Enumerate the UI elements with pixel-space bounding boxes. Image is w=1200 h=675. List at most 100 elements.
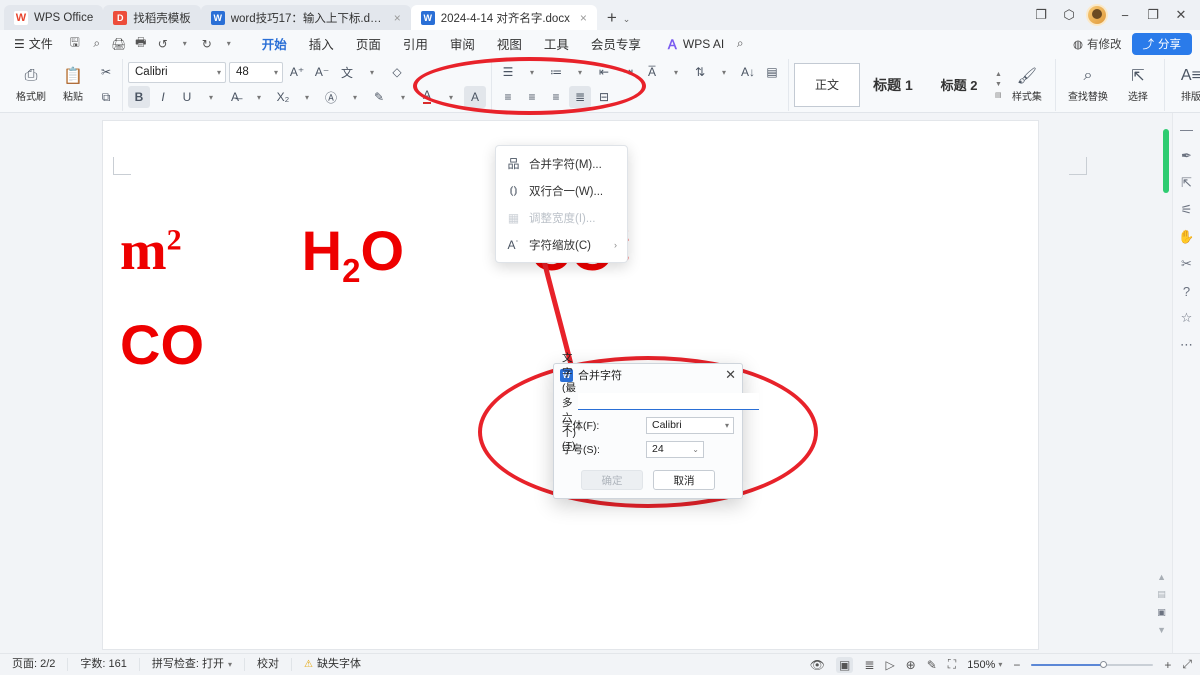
justify-icon[interactable]: ≣ (569, 86, 591, 108)
underline-button[interactable]: U (176, 86, 198, 108)
line-spacing-icon[interactable]: ⇅ (689, 61, 711, 83)
page-up-icon[interactable]: ▲ (1157, 572, 1166, 582)
highlight-icon[interactable]: ✎ (368, 86, 390, 108)
tab-reference[interactable]: 引用 (392, 32, 439, 55)
copy-icon[interactable]: ⧉ (95, 86, 117, 108)
modified-status[interactable]: ◍ 有修改 (1073, 36, 1122, 52)
star-badge-icon[interactable]: ☆ (1181, 310, 1193, 326)
clear-format-icon[interactable]: ◇ (386, 61, 408, 83)
find-replace-button[interactable]: ⌕ 查找替换 (1061, 60, 1115, 110)
enclose-char-icon[interactable]: Ⓐ (320, 86, 342, 108)
close-icon[interactable]: × (580, 11, 587, 25)
redo-icon[interactable]: ↻ (197, 34, 217, 54)
pen-icon[interactable]: ✒ (1181, 148, 1192, 164)
italic-button[interactable]: I (152, 86, 174, 108)
cursor-icon[interactable]: ⇱ (1181, 175, 1192, 191)
distribute-icon[interactable]: ⊟ (593, 86, 615, 108)
file-menu-button[interactable]: ☰ 文件 (8, 35, 59, 52)
font-family-dropdown[interactable]: Calibri ▾ (646, 416, 734, 434)
qat-chevron-icon[interactable]: ▾ (219, 34, 239, 54)
settings-slider-icon[interactable]: ⚟ (1181, 202, 1193, 218)
scissors-tool-icon[interactable]: ✂ (1181, 256, 1192, 272)
tab-insert[interactable]: 插入 (298, 32, 345, 55)
paste-button[interactable]: 📋 粘贴 (53, 60, 93, 110)
enclose-chevron-icon[interactable]: ▾ (344, 86, 366, 108)
asian-layout-chevron-icon[interactable]: ▾ (665, 61, 687, 83)
format-painter-button[interactable]: ⎙ 格式刷 (11, 60, 51, 110)
menu-item-merge-characters[interactable]: 品 合并字符(M)... (496, 150, 627, 177)
ink-icon[interactable]: ✎ (927, 658, 937, 672)
font-size-dropdown[interactable]: 24 ⌄ (646, 440, 704, 458)
typeset-button[interactable]: A≡ 排版 (1170, 60, 1200, 110)
tab-list-chevron-icon[interactable]: ⌄ (623, 14, 631, 30)
bullet-list-icon[interactable]: ☰ (497, 61, 519, 83)
align-center-icon[interactable]: ≡ (521, 86, 543, 108)
style-heading-2[interactable]: 标题 2 (926, 63, 992, 107)
style-scroll-down-icon[interactable]: ▼ (995, 81, 1002, 88)
scissors-icon[interactable]: ✂ (95, 61, 117, 83)
missing-font-warning[interactable]: ⚠ 缺失字体 (292, 658, 373, 671)
tab-document-1[interactable]: W word技巧17：输入上下标.docx × (200, 5, 411, 30)
undo-icon[interactable]: ↺ (153, 34, 173, 54)
font-color-chevron-icon[interactable]: ▾ (440, 86, 462, 108)
save-icon[interactable]: 🖫 (65, 34, 85, 54)
merge-characters-dialog[interactable]: W 合并字符 ✕ 文字(最多六个)(T): 字体(F): Calibri ▾ 字… (553, 352, 760, 499)
page-locate-icon[interactable]: ▣ (1157, 607, 1166, 618)
highlight-chevron-icon[interactable]: ▾ (392, 86, 414, 108)
eye-icon[interactable]: 👁 (810, 658, 825, 672)
decrease-indent-icon[interactable]: ⇤ (593, 61, 615, 83)
print-icon[interactable]: 🖨 (109, 34, 129, 54)
more-icon[interactable]: ⋯ (1180, 337, 1193, 353)
pinyin-chevron-icon[interactable]: ▾ (361, 61, 383, 83)
increase-indent-icon[interactable]: ⇥ (617, 61, 639, 83)
print-preview-icon[interactable]: 🖶 (131, 34, 151, 54)
subscript-chevron-icon[interactable]: ▾ (296, 86, 318, 108)
share-button[interactable]: ⤴ 分享 (1131, 32, 1192, 55)
page-list-icon[interactable]: ▤ (1157, 589, 1166, 600)
line-spacing-chevron-icon[interactable]: ▾ (713, 61, 735, 83)
close-button[interactable]: ✕ (1168, 3, 1194, 27)
font-color-icon[interactable]: A (416, 86, 438, 108)
cube-icon[interactable]: ⬡ (1056, 3, 1082, 27)
style-normal[interactable]: 正文 (794, 62, 860, 107)
tab-template-store[interactable]: D 找稻壳模板 (103, 5, 201, 30)
page-view-icon[interactable]: ▣ (836, 656, 854, 673)
tab-wps-office-home[interactable]: W WPS Office (4, 5, 104, 30)
read-view-icon[interactable]: ▷ (885, 658, 894, 672)
fullscreen-icon[interactable]: ⤢ (1182, 657, 1192, 672)
tab-review[interactable]: 审阅 (439, 32, 486, 55)
restore-button[interactable]: ❐ (1140, 3, 1166, 27)
tab-start[interactable]: 开始 (251, 32, 298, 55)
outline-view-icon[interactable]: ≣ (864, 658, 874, 672)
pinyin-guide-icon[interactable]: 文 (336, 61, 358, 83)
tab-document-2[interactable]: W 2024-4-14 对齐名字.docx × (410, 5, 597, 30)
help-icon[interactable]: ? (1183, 283, 1190, 299)
tab-member-exclusive[interactable]: 会员专享 (580, 32, 652, 55)
zoom-slider[interactable] (1031, 659, 1154, 671)
align-left-icon[interactable]: ≡ (497, 86, 519, 108)
zoom-in-button[interactable]: + (1164, 658, 1171, 672)
zoom-knob[interactable] (1099, 661, 1107, 668)
wps-ai-button[interactable]: Ａ WPS AI (666, 34, 724, 53)
style-set-button[interactable]: 🖌 样式集 (1004, 60, 1050, 110)
zoom-level[interactable]: 150% ▾ (967, 659, 1002, 671)
undo-chevron-icon[interactable]: ▾ (175, 34, 195, 54)
style-heading-1[interactable]: 标题 1 (860, 63, 926, 107)
font-family-select[interactable]: Calibri ▾ (128, 61, 226, 83)
page-indicator[interactable]: 页面: 2/2 (8, 658, 69, 671)
style-expand-icon[interactable]: ▤ (995, 91, 1002, 99)
font-size-select[interactable]: 48 ▾ (229, 61, 283, 83)
strikethrough-chevron-icon[interactable]: ▾ (248, 86, 270, 108)
sort-icon[interactable]: A↓ (737, 61, 759, 83)
dialog-close-icon[interactable]: ✕ (725, 367, 736, 383)
word-count[interactable]: 字数: 161 (68, 658, 140, 671)
asian-layout-icon[interactable]: A̅ (641, 61, 663, 83)
proofread-button[interactable]: 校对 (245, 658, 293, 671)
bullet-chevron-icon[interactable]: ▾ (521, 61, 543, 83)
style-scroll-up-icon[interactable]: ▲ (995, 71, 1002, 78)
align-right-icon[interactable]: ≡ (545, 86, 567, 108)
window-split-icon[interactable]: ❐ (1028, 3, 1054, 27)
tab-view[interactable]: 视图 (486, 32, 533, 55)
zoom-out-button[interactable]: − (1013, 658, 1020, 672)
char-shading-icon[interactable]: A (464, 86, 486, 108)
